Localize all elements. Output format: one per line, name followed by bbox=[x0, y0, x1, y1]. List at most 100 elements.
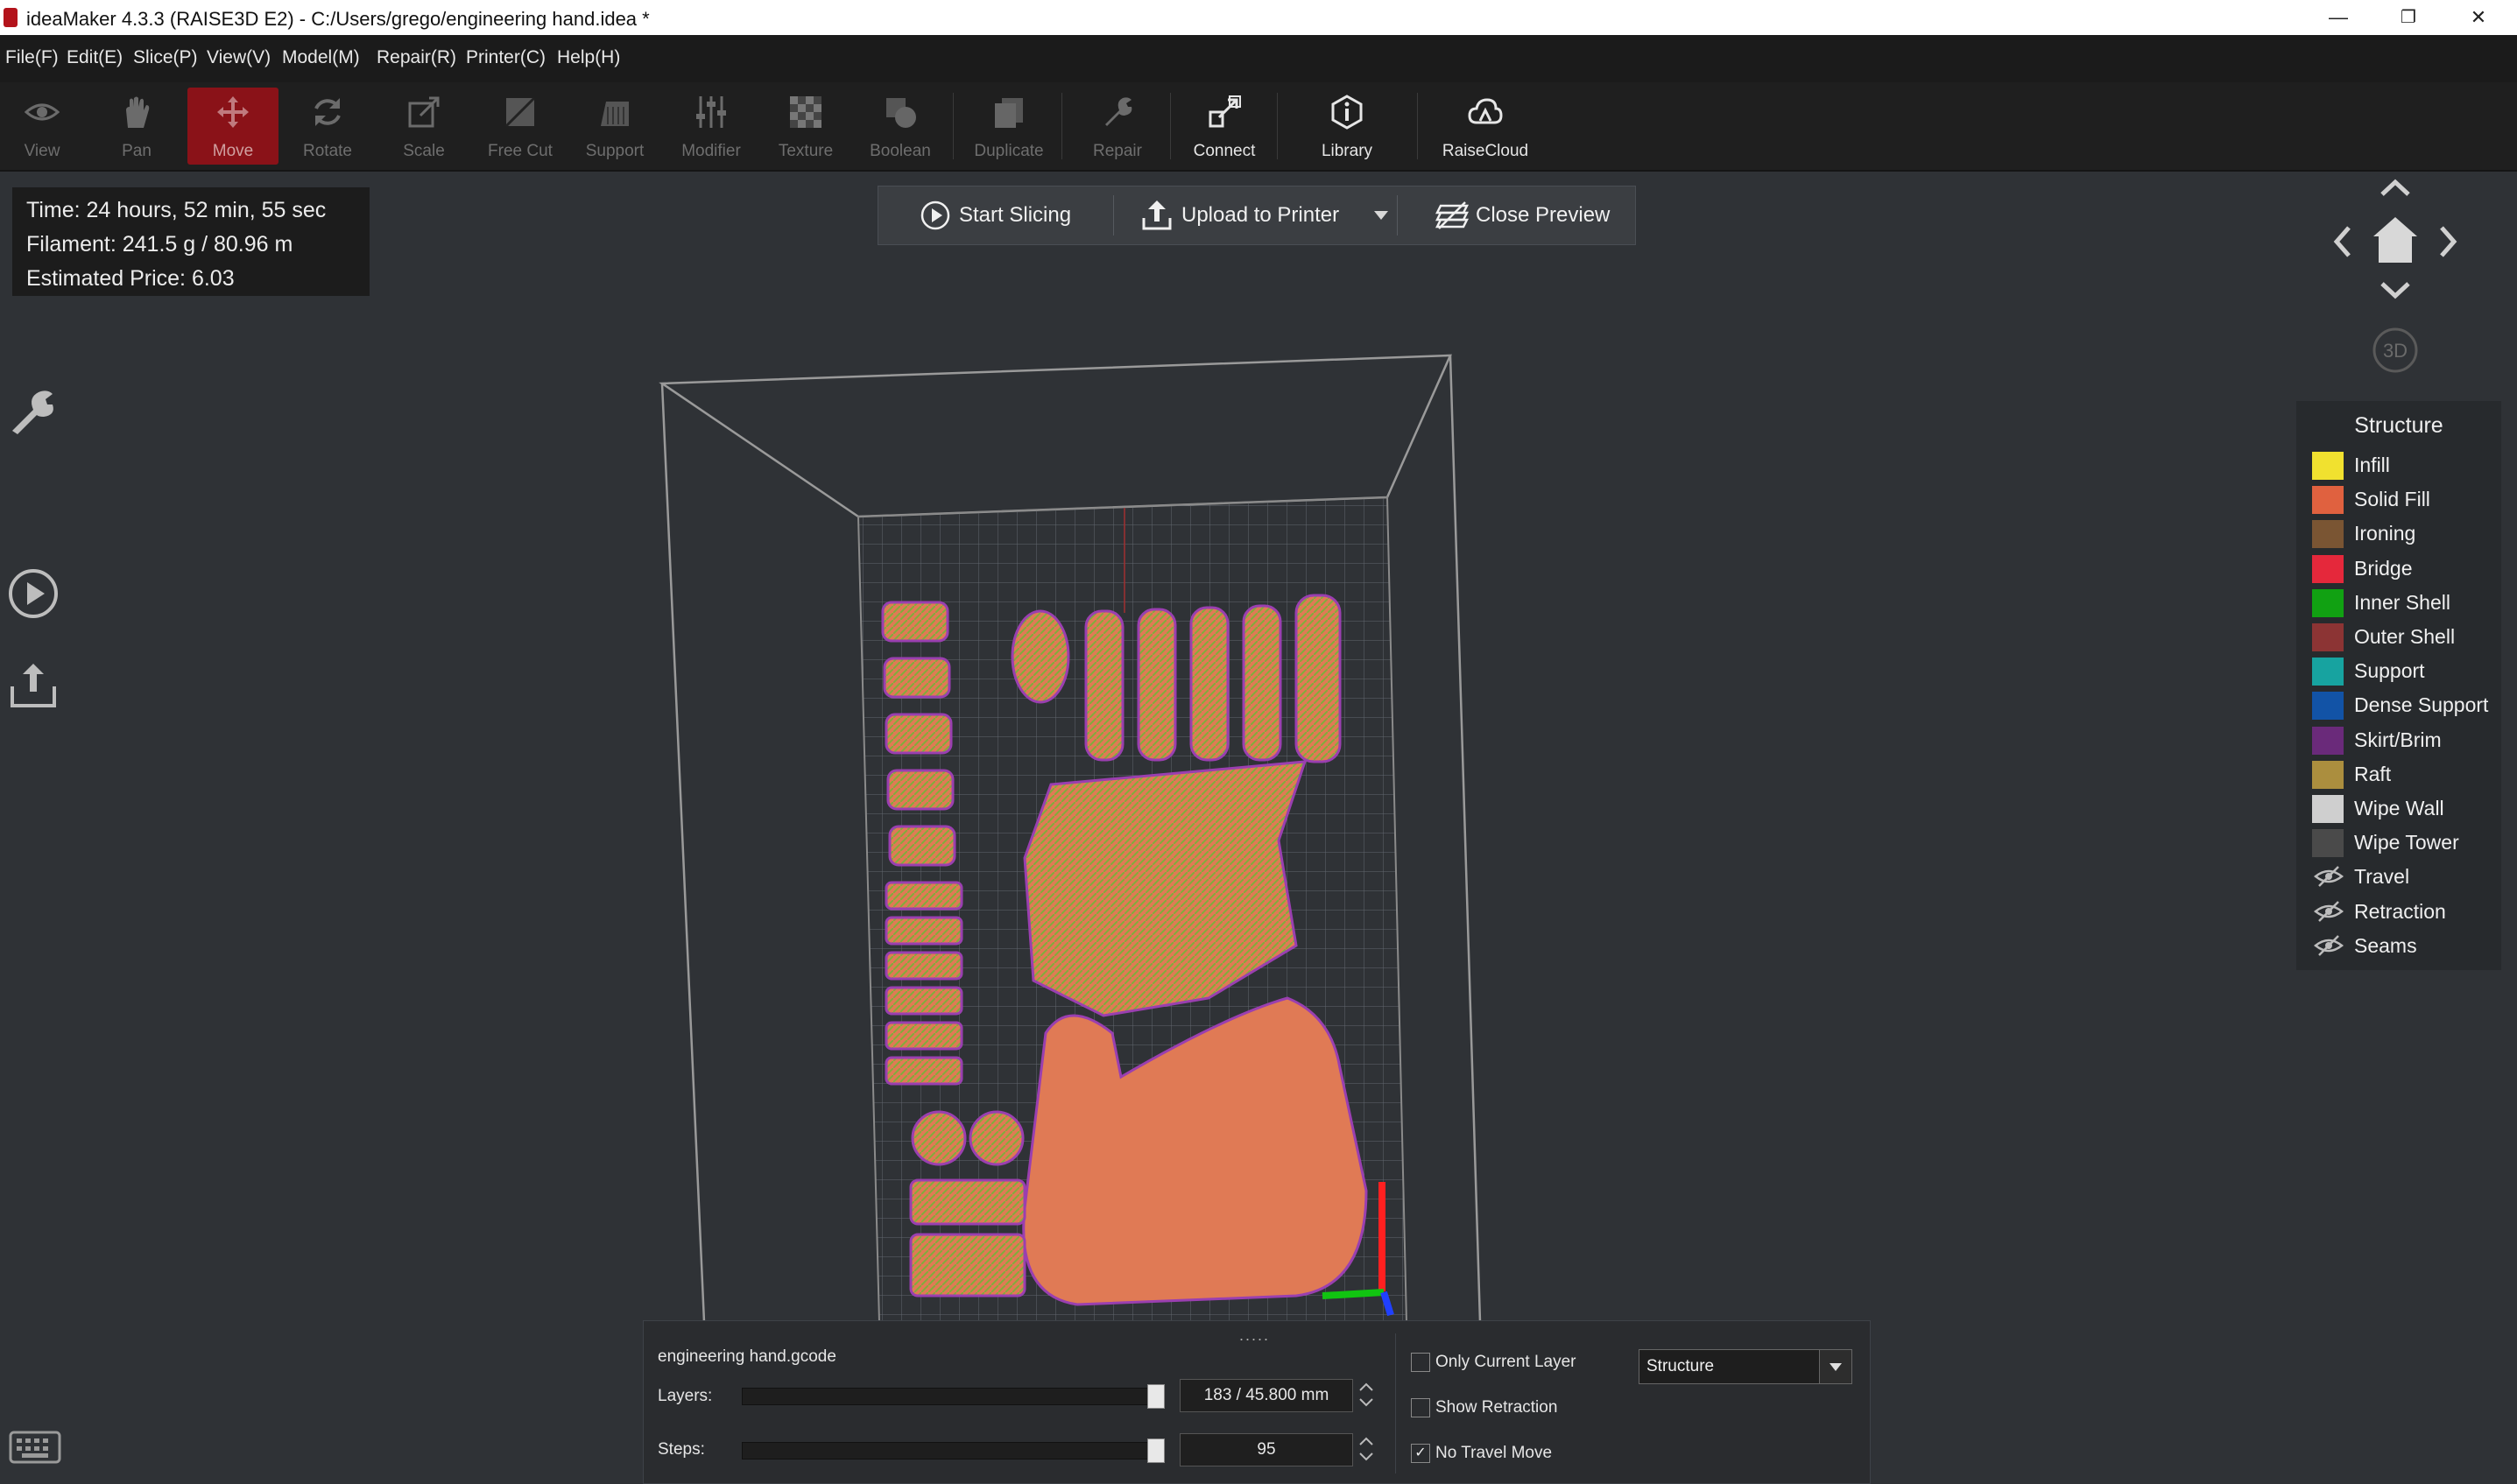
view-left-arrow[interactable] bbox=[2333, 226, 2351, 257]
legend-item-dense-support[interactable]: Dense Support bbox=[2312, 690, 2496, 721]
layers-stepper-arrows[interactable] bbox=[1355, 1379, 1378, 1410]
eye-hidden-icon[interactable] bbox=[2314, 865, 2344, 888]
move-tool[interactable]: Move bbox=[187, 88, 278, 165]
legend-item-seams[interactable]: Seams bbox=[2312, 931, 2496, 960]
steps-value-field[interactable]: 95 bbox=[1180, 1433, 1353, 1466]
connect-icon bbox=[1209, 95, 1241, 128]
upload-to-printer-button[interactable]: Upload to Printer bbox=[1141, 186, 1369, 244]
menu-slice[interactable]: Slice(P) bbox=[133, 47, 198, 68]
view-mode-select[interactable]: Structure bbox=[1639, 1349, 1852, 1384]
menu-model[interactable]: Model(M) bbox=[282, 47, 360, 68]
toolbar: View Pan Move Rotate Scale Free Cut Supp… bbox=[0, 82, 2517, 172]
legend-item-label: Wipe Wall bbox=[2354, 797, 2444, 819]
raisecloud-tool[interactable]: RaiseCloud bbox=[1440, 88, 1531, 165]
layers-slider-handle[interactable] bbox=[1147, 1384, 1165, 1409]
upload-dropdown-button[interactable] bbox=[1369, 186, 1392, 244]
connect-tool[interactable]: Connect bbox=[1179, 88, 1270, 165]
print-estimate-box: Time: 24 hours, 52 min, 55 sec Filament:… bbox=[12, 187, 370, 296]
menu-repair[interactable]: Repair(R) bbox=[377, 47, 456, 68]
legend-item-outer-shell[interactable]: Outer Shell bbox=[2312, 622, 2496, 651]
pan-tool[interactable]: Pan bbox=[91, 88, 182, 165]
texture-tool[interactable]: Texture bbox=[760, 88, 851, 165]
menu-file[interactable]: File(F) bbox=[5, 47, 59, 68]
steps-slider-handle[interactable] bbox=[1147, 1438, 1165, 1463]
color-swatch bbox=[2312, 520, 2344, 549]
legend-item-travel[interactable]: Travel bbox=[2312, 862, 2496, 891]
boolean-tool[interactable]: Boolean bbox=[855, 88, 946, 165]
gcode-filename: engineering hand.gcode bbox=[658, 1347, 836, 1366]
only-current-layer-checkbox[interactable] bbox=[1411, 1353, 1430, 1372]
show-retraction-checkbox[interactable] bbox=[1411, 1398, 1430, 1417]
view-up-arrow[interactable] bbox=[2380, 179, 2410, 196]
view-mode-dropdown-button[interactable] bbox=[1819, 1350, 1851, 1383]
support-tool[interactable]: Support bbox=[569, 88, 660, 165]
minimize-button[interactable]: — bbox=[2312, 4, 2365, 32]
free-cut-tool[interactable]: Free Cut bbox=[475, 88, 566, 165]
legend-item-raft[interactable]: Raft bbox=[2312, 759, 2496, 789]
filament-usage: Filament: 241.5 g / 80.96 m bbox=[26, 232, 293, 257]
legend-item-infill[interactable]: Infill bbox=[2312, 450, 2496, 480]
legend-item-inner-shell[interactable]: Inner Shell bbox=[2312, 587, 2496, 617]
color-swatch bbox=[2312, 795, 2344, 823]
rotate-tool[interactable]: Rotate bbox=[282, 88, 373, 165]
legend-item-ironing[interactable]: Ironing bbox=[2312, 518, 2496, 549]
library-info-icon bbox=[1331, 95, 1363, 130]
view-right-arrow[interactable] bbox=[2440, 226, 2457, 257]
toolbar-divider bbox=[1277, 93, 1278, 159]
legend-item-bridge[interactable]: Bridge bbox=[2312, 553, 2496, 583]
panel-drag-handle[interactable]: ..... bbox=[1239, 1326, 1270, 1345]
wrench-settings-icon[interactable] bbox=[9, 385, 61, 438]
layers-value-field[interactable]: 183 / 45.800 mm bbox=[1180, 1379, 1353, 1412]
scale-tool[interactable]: Scale bbox=[378, 88, 469, 165]
menu-printer[interactable]: Printer(C) bbox=[466, 47, 546, 68]
legend-item-wipe-wall[interactable]: Wipe Wall bbox=[2312, 793, 2496, 823]
keyboard-icon[interactable] bbox=[9, 1427, 61, 1466]
menu-view[interactable]: View(V) bbox=[207, 47, 271, 68]
divider bbox=[1395, 1333, 1396, 1473]
legend-item-support[interactable]: Support bbox=[2312, 656, 2496, 686]
close-button[interactable]: ✕ bbox=[2452, 4, 2505, 32]
texture-checker-icon bbox=[790, 96, 821, 128]
legend-item-skirt-brim[interactable]: Skirt/Brim bbox=[2312, 725, 2496, 755]
close-preview-button[interactable]: Close Preview bbox=[1435, 186, 1628, 244]
eye-hidden-icon[interactable] bbox=[2314, 900, 2344, 923]
steps-label: Steps: bbox=[658, 1440, 705, 1459]
legend-item-label: Travel bbox=[2354, 865, 2410, 889]
eye-hidden-icon[interactable] bbox=[2314, 934, 2344, 957]
legend-item-wipe-tower[interactable]: Wipe Tower bbox=[2312, 827, 2496, 858]
color-swatch bbox=[2312, 486, 2344, 515]
legend-item-label: Wipe Tower bbox=[2354, 831, 2459, 855]
duplicate-icon bbox=[995, 98, 1023, 128]
view-down-arrow[interactable] bbox=[2380, 282, 2410, 299]
color-swatch bbox=[2312, 829, 2344, 858]
no-travel-move-checkbox[interactable]: ✓ bbox=[1411, 1444, 1430, 1463]
view-tool[interactable]: View bbox=[0, 88, 88, 165]
home-view-icon[interactable] bbox=[2373, 217, 2417, 263]
layers-slider[interactable] bbox=[742, 1384, 1165, 1409]
free-cut-icon bbox=[504, 96, 536, 128]
3d-print-preview-viewport[interactable] bbox=[613, 333, 1489, 1322]
steps-slider[interactable] bbox=[742, 1438, 1165, 1463]
maximize-button[interactable]: ❐ bbox=[2382, 4, 2435, 32]
app-logo-icon bbox=[4, 8, 18, 27]
export-upload-icon[interactable] bbox=[7, 658, 60, 711]
repair-tool[interactable]: Repair bbox=[1072, 88, 1163, 165]
legend-item-retraction[interactable]: Retraction bbox=[2312, 897, 2496, 926]
steps-stepper-arrows[interactable] bbox=[1355, 1433, 1378, 1465]
menu-edit[interactable]: Edit(E) bbox=[67, 47, 123, 68]
chevron-down-icon bbox=[1830, 1363, 1842, 1371]
menu-help[interactable]: Help(H) bbox=[557, 47, 620, 68]
legend-item-solid-fill[interactable]: Solid Fill bbox=[2312, 484, 2496, 515]
legend-item-label: Support bbox=[2354, 659, 2425, 683]
scale-icon bbox=[408, 96, 440, 128]
print-time: Time: 24 hours, 52 min, 55 sec bbox=[26, 198, 327, 222]
start-slicing-button[interactable]: Start Slicing bbox=[920, 186, 1113, 244]
library-tool[interactable]: Library bbox=[1301, 88, 1392, 165]
divider bbox=[1397, 195, 1398, 236]
slicing-action-bar: Start Slicing Upload to Printer Close Pr… bbox=[878, 186, 1636, 245]
color-swatch bbox=[2312, 554, 2344, 583]
color-swatch bbox=[2312, 692, 2344, 721]
duplicate-tool[interactable]: Duplicate bbox=[963, 88, 1054, 165]
play-preview-icon[interactable] bbox=[7, 567, 60, 620]
modifier-tool[interactable]: Modifier bbox=[666, 88, 757, 165]
